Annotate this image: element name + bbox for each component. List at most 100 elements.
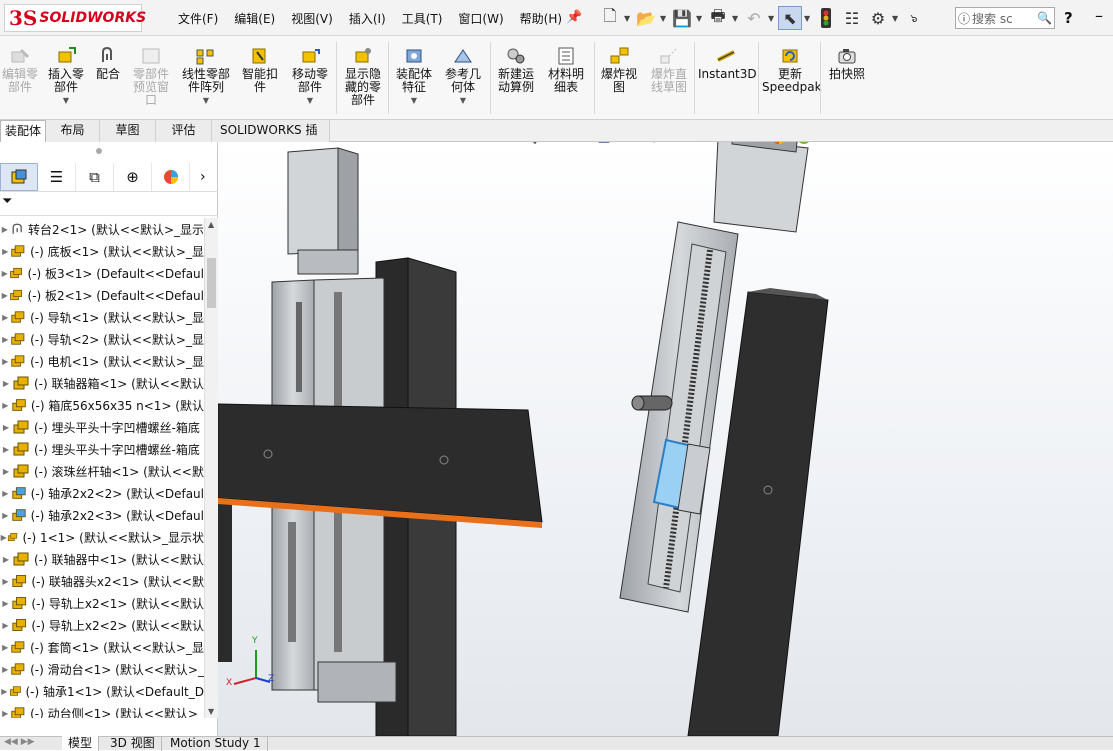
tab-assembly[interactable]: 装配体 xyxy=(0,120,46,142)
search-input[interactable]: ⓘ 搜索 sc 🔍 xyxy=(955,7,1055,29)
tree-item[interactable]: ▶ (-) 箱底56x56x35 n<1> (默认 xyxy=(0,394,204,416)
panel-grip[interactable] xyxy=(96,148,102,154)
chevron-down-icon[interactable]: ▼ xyxy=(668,142,690,148)
tab-evaluate[interactable]: 评估 xyxy=(156,120,212,142)
instant3d-button[interactable]: Instant3D xyxy=(698,46,757,81)
expand-arrow-icon[interactable]: ▶ xyxy=(0,335,10,344)
tree-item[interactable]: ▶ (-) 埋头平头十字凹槽螺丝-箱底 xyxy=(0,416,204,438)
tab-model[interactable]: 模型 xyxy=(62,736,100,751)
menu-window[interactable]: 窗口(W) xyxy=(450,10,511,27)
section-view-icon[interactable]: ▣ xyxy=(593,142,615,148)
tab-sketch[interactable]: 草图 xyxy=(100,120,156,142)
expand-arrow-icon[interactable]: ▶ xyxy=(0,247,10,256)
chevron-down-icon[interactable]: ▼ xyxy=(624,14,632,23)
tree-item[interactable]: ▶ (-) 轴承1<1> (默认<Default_D xyxy=(0,680,204,702)
select-pointer-icon[interactable]: ⬉ xyxy=(778,6,802,30)
feature-tree-tab-icon[interactable] xyxy=(0,162,38,191)
chevron-down-icon[interactable]: ▼ xyxy=(392,94,436,107)
tree-item[interactable]: ▶ (-) 轴承2x2<3> (默认<Defaul xyxy=(0,504,204,526)
expand-arrow-icon[interactable]: ▶ xyxy=(0,401,11,410)
tab-solidworks-addins[interactable]: SOLIDWORKS 插件 xyxy=(212,120,330,158)
scroll-up-icon[interactable]: ▲ xyxy=(208,220,214,229)
expand-arrow-icon[interactable]: ▶ xyxy=(0,291,9,300)
expand-arrow-icon[interactable]: ▶ xyxy=(0,533,7,542)
expand-arrow-icon[interactable]: ▶ xyxy=(0,467,12,476)
show-hidden-components-button[interactable]: 显示隐 藏的零 部件 xyxy=(340,46,386,107)
dimxpert-tab-icon[interactable]: ⊕ xyxy=(114,162,152,191)
tree-item[interactable]: ▶ (-) 电机<1> (默认<<默认>_显 xyxy=(0,350,204,372)
chevron-down-icon[interactable]: ▼ xyxy=(696,14,704,23)
chevron-down-icon[interactable]: ▼ xyxy=(892,14,900,23)
graphics-area[interactable]: Y X Z ⊟ ⊞ ▭ 🔍 ⌕ ↩ ▣ ✎ ◈ ▼ ⬢ ▼ ◉ 🖵 ▼ xyxy=(218,142,1113,736)
smart-fasteners-button[interactable]: 智能扣 件 xyxy=(238,46,282,94)
menu-file[interactable]: 文件(F) xyxy=(170,10,226,27)
tree-item[interactable]: ▶ (-) 板3<1> (Default<<Defaul xyxy=(0,262,204,284)
chevron-down-icon[interactable]: ▼ xyxy=(843,142,865,148)
tree-item[interactable]: ▶ (-) 联轴器箱<1> (默认<<默认 xyxy=(0,372,204,394)
chevron-down-icon[interactable]: ▼ xyxy=(42,94,90,107)
insert-component-button[interactable]: 插入零 部件 ▼ xyxy=(42,46,90,107)
print-icon[interactable]: 🖶 xyxy=(706,6,730,30)
tab-scroll-arrows-icon[interactable]: ◀◀ ▶▶ xyxy=(4,737,35,747)
view-settings-icon[interactable]: 🖵 xyxy=(818,142,840,148)
filter-icon[interactable]: ⏷ xyxy=(2,194,12,209)
expand-arrow-icon[interactable]: ▶ xyxy=(0,687,9,696)
tab-motion-study[interactable]: Motion Study 1 xyxy=(164,736,268,751)
display-manager-tab-icon[interactable] xyxy=(152,162,190,191)
tree-item[interactable]: ▶ (-) 导轨<1> (默认<<默认>_显 xyxy=(0,306,204,328)
display-style-icon[interactable]: ⬢ xyxy=(693,142,715,148)
snapshot-button[interactable]: 拍快照 xyxy=(824,46,870,81)
expand-arrow-icon[interactable]: ▶ xyxy=(0,709,10,718)
chevron-down-icon[interactable]: ▼ xyxy=(286,94,334,107)
tab-layout[interactable]: 布局 xyxy=(46,120,100,142)
exploded-view-button[interactable]: 爆炸视 图 xyxy=(596,46,642,94)
expand-arrow-icon[interactable]: ▶ xyxy=(0,357,10,366)
previous-view-icon[interactable]: ↩ xyxy=(568,142,590,148)
edit-appearance-icon[interactable] xyxy=(768,142,790,148)
tree-item[interactable]: ▶ (-) 联轴器头x2<1> (默认<<默 xyxy=(0,570,204,592)
search-icon[interactable]: 🔍 xyxy=(1037,11,1052,25)
bill-of-materials-button[interactable]: 材料明 细表 xyxy=(542,46,590,94)
chevron-down-icon[interactable]: ▼ xyxy=(440,94,486,107)
scroll-down-icon[interactable]: ▼ xyxy=(208,707,214,716)
expand-arrow-icon[interactable]: ▶ xyxy=(0,621,11,630)
tree-item[interactable]: ▶ (-) 埋头平头十字凹槽螺丝-箱底 xyxy=(0,438,204,460)
solidworks-logo[interactable]: 3S SOLIDWORKS xyxy=(4,4,146,32)
options-gear-icon[interactable]: ⚙ xyxy=(866,6,890,30)
expand-arrow-icon[interactable]: ▶ xyxy=(0,269,9,278)
expand-arrow-icon[interactable]: ▶ xyxy=(0,313,10,322)
update-speedpak-button[interactable]: 更新 Speedpak xyxy=(762,46,822,94)
component-preview-button[interactable]: 零部件 预览窗 口 xyxy=(128,46,174,107)
tree-item[interactable]: ▶ (-) 滑动台<1> (默认<<默认>_ xyxy=(0,658,204,680)
linear-pattern-button[interactable]: 线性零部 件阵列 ▼ xyxy=(178,46,234,107)
tree-item[interactable]: ▶ (-) 板2<1> (Default<<Defaul xyxy=(0,284,204,306)
chevron-right-icon[interactable]: › xyxy=(200,169,206,185)
expand-arrow-icon[interactable]: ▶ xyxy=(0,423,12,432)
chevron-down-icon[interactable]: ▼ xyxy=(718,142,740,148)
apply-scene-icon[interactable] xyxy=(793,142,815,148)
edit-component-button[interactable]: 编辑零 部件 xyxy=(0,46,40,94)
assembly-features-button[interactable]: 装配体 特征 ▼ xyxy=(392,46,436,107)
pin-icon[interactable]: 📌 xyxy=(566,10,582,25)
save-icon[interactable]: 💾 xyxy=(670,6,694,30)
traffic-light-icon[interactable] xyxy=(814,6,838,30)
dynamic-annotation-icon[interactable]: ✎ xyxy=(618,142,640,148)
undo-icon[interactable]: ↶ xyxy=(742,6,766,30)
tree-item[interactable]: ▶ (-) 动台侧<1> (默认<<默认>_ xyxy=(0,702,204,718)
chevron-down-icon[interactable]: ▼ xyxy=(732,14,740,23)
expand-arrow-icon[interactable]: ▶ xyxy=(0,599,11,608)
hide-show-items-icon[interactable]: ◉ xyxy=(743,142,765,148)
expand-arrow-icon[interactable]: ▶ xyxy=(0,225,10,234)
open-folder-icon[interactable]: 📂 xyxy=(634,6,658,30)
new-motion-study-button[interactable]: 新建运 动算例 xyxy=(494,46,538,94)
menu-edit[interactable]: 编辑(E) xyxy=(226,10,283,27)
tree-item[interactable]: ▶ (-) 轴承2x2<2> (默认<Defaul xyxy=(0,482,204,504)
zoom-to-area-icon[interactable]: ⌕ xyxy=(543,142,565,148)
help-button[interactable]: ? xyxy=(1064,9,1073,27)
zoom-to-fit-icon[interactable]: 🔍 xyxy=(518,142,540,148)
chevron-down-icon[interactable]: ▼ xyxy=(768,14,776,23)
tree-item[interactable]: ▶ (-) 导轨上x2<2> (默认<<默认 xyxy=(0,614,204,636)
menu-help[interactable]: 帮助(H) xyxy=(512,10,570,27)
chevron-down-icon[interactable]: ▼ xyxy=(178,94,234,107)
tree-item[interactable]: ▶ (-) 联轴器中<1> (默认<<默认 xyxy=(0,548,204,570)
